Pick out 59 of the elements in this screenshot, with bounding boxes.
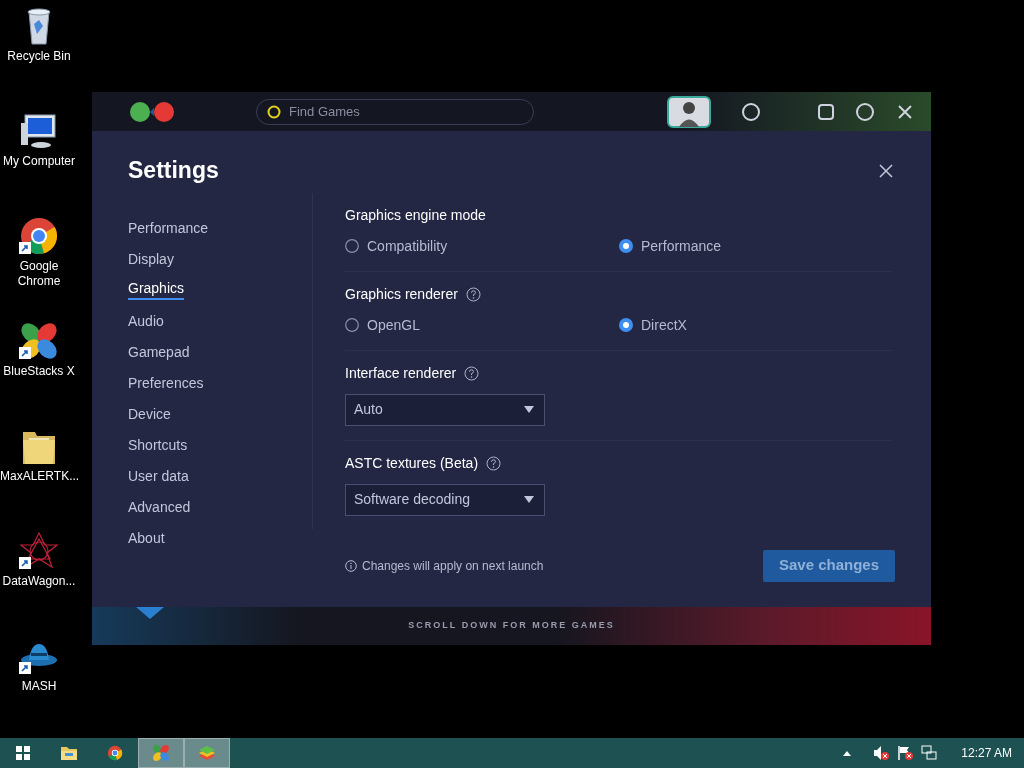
emblem-icon[interactable]: [19, 531, 59, 571]
computer-icon[interactable]: [19, 111, 59, 151]
section-title: Graphics engine mode: [345, 205, 486, 225]
desktop-icon-label[interactable]: Recycle Bin: [0, 49, 78, 64]
radio-option[interactable]: OpenGL: [345, 314, 619, 336]
section-title: Interface renderer: [345, 363, 457, 383]
flag-icon[interactable]: [897, 745, 914, 761]
nav-item[interactable]: Audio: [128, 305, 164, 337]
desktop-icon-label[interactable]: My Computer: [0, 154, 78, 169]
nav-item[interactable]: Gamepad: [128, 336, 190, 368]
close-icon[interactable]: [897, 103, 913, 120]
nav-item[interactable]: Advanced: [128, 491, 191, 523]
nav-item[interactable]: Device: [128, 398, 171, 430]
minimize-icon[interactable]: [817, 102, 835, 121]
radio-option[interactable]: DirectX: [619, 314, 893, 336]
clock[interactable]: 12:27 AM: [961, 744, 1012, 762]
nav-item[interactable]: Performance: [128, 212, 209, 244]
desktop-icon-label[interactable]: MASH: [0, 679, 78, 694]
radio-button[interactable]: [345, 318, 359, 333]
desktop-icon-label[interactable]: DataWagon...: [0, 574, 78, 589]
radio-button[interactable]: [345, 239, 359, 254]
dropdown[interactable]: Auto: [345, 393, 545, 426]
layers-icon: [197, 745, 217, 761]
folder-icon: [60, 745, 78, 761]
caret-icon: [524, 406, 534, 414]
nav-item[interactable]: Graphics: [128, 274, 185, 306]
chrome-icon: [107, 745, 123, 761]
banner-text: SCROLL DOWN FOR MORE GAMES: [408, 619, 615, 633]
dialog-title: Settings: [128, 157, 219, 185]
radio-option[interactable]: Compatibility: [345, 235, 619, 257]
launcher-icon[interactable]: [19, 321, 59, 361]
desktop-icon-label[interactable]: MaxALERTK...: [0, 469, 78, 484]
radio-button[interactable]: [619, 239, 633, 254]
logo-icon: [128, 100, 176, 123]
nav-item[interactable]: About: [128, 522, 165, 554]
search-icon: [267, 104, 281, 119]
windows-icon: [16, 746, 30, 760]
desktop-icon-label[interactable]: BlueStacks X: [0, 364, 78, 379]
section-title: ASTC textures (Beta): [345, 453, 479, 473]
close-icon[interactable]: [879, 163, 893, 178]
info-icon: [345, 559, 357, 572]
launcher-icon: [152, 744, 170, 762]
desktop-icon-label[interactable]: Google Chrome: [0, 259, 78, 289]
nav-item[interactable]: User data: [128, 460, 189, 492]
triangle-icon: [136, 607, 164, 619]
section-title: Graphics renderer: [345, 284, 458, 304]
caret-icon: [524, 496, 534, 504]
dropdown[interactable]: Software decoding: [345, 483, 545, 516]
avatar-icon[interactable]: [667, 95, 711, 128]
speaker-muted-icon[interactable]: [873, 745, 890, 761]
nav-item[interactable]: Display: [128, 243, 174, 275]
nav-item[interactable]: Shortcuts: [128, 429, 188, 461]
note-text: Changes will apply on next launch: [362, 557, 544, 575]
caret-icon[interactable]: [843, 750, 852, 756]
radio-button[interactable]: [619, 318, 633, 333]
nav-item[interactable]: Preferences: [128, 367, 204, 399]
radio-option[interactable]: Performance: [619, 235, 893, 257]
network-icon[interactable]: [921, 745, 938, 761]
browser-icon[interactable]: [19, 216, 59, 256]
